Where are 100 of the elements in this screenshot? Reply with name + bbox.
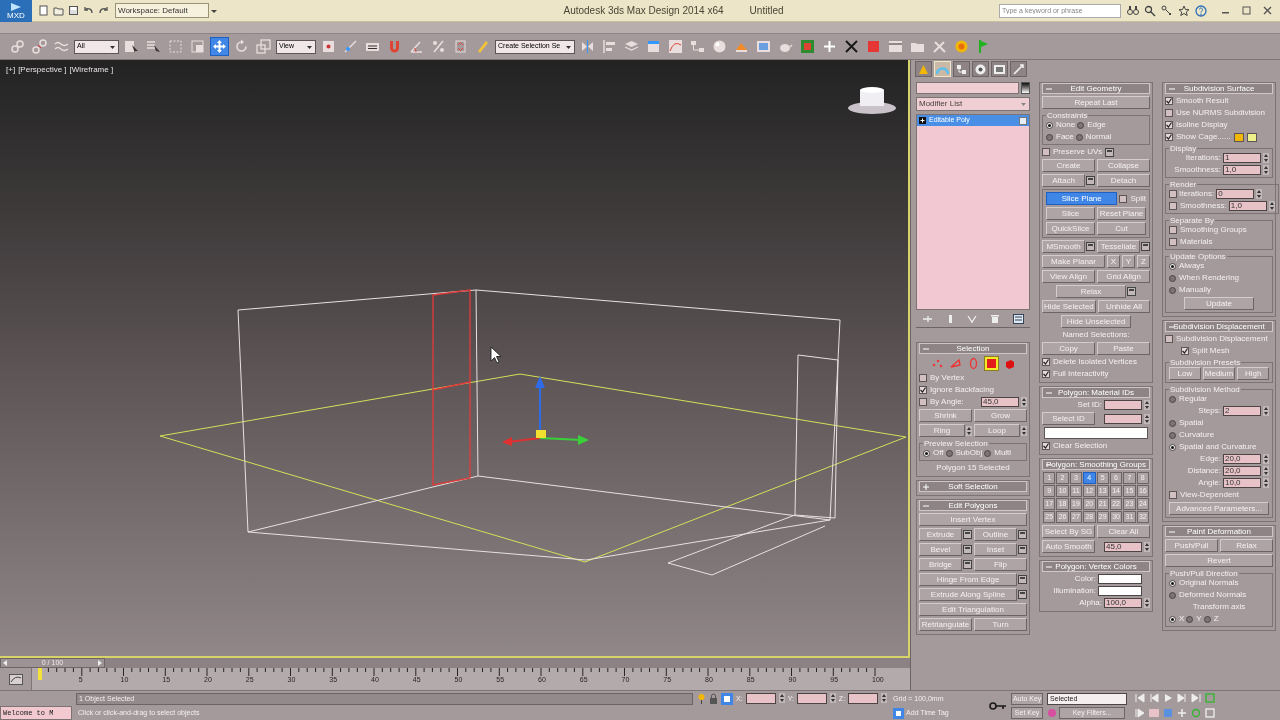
radio-button[interactable] — [1169, 286, 1176, 294]
configure-icon[interactable] — [1013, 313, 1025, 324]
checkbox[interactable] — [1042, 148, 1050, 156]
radio-button[interactable] — [1169, 579, 1176, 587]
spinner-field[interactable]: 20,0 — [1223, 454, 1261, 464]
spinner-field[interactable]: 10,0 — [1223, 478, 1261, 488]
workspace-dropdown[interactable]: Workspace: Default — [115, 3, 209, 18]
spinner-arrows-icon[interactable] — [1144, 400, 1150, 410]
polygon-mode-button[interactable] — [983, 356, 999, 371]
spinner-field[interactable]: 20,0 — [1223, 466, 1261, 476]
spinner-field[interactable] — [1104, 413, 1142, 424]
radio-button[interactable] — [1169, 395, 1176, 403]
rollout-header[interactable]: Polygon: Smoothing Groups — [1042, 459, 1150, 470]
panel-button[interactable]: Unhide All — [1097, 300, 1150, 313]
color-swatch[interactable] — [1098, 574, 1142, 584]
panel-button[interactable]: View Align — [1042, 270, 1095, 283]
create-tab[interactable] — [915, 61, 932, 77]
spinner-field[interactable]: 1,0 — [1223, 165, 1261, 175]
spinner-arrows-icon[interactable] — [829, 693, 836, 703]
spinner-field[interactable]: 2 — [1223, 406, 1261, 416]
spinner-arrows-icon[interactable] — [1268, 201, 1275, 211]
panel-button[interactable]: Collapse — [1097, 159, 1150, 172]
panel-button[interactable]: Grid Align — [1097, 270, 1150, 283]
spinner-field[interactable]: 100,0 — [1104, 598, 1142, 608]
checkbox[interactable] — [1119, 194, 1128, 203]
radio-button[interactable] — [1169, 443, 1176, 451]
options-icon[interactable] — [1105, 147, 1115, 157]
spinner-arrows-icon[interactable] — [778, 693, 785, 703]
list-field[interactable] — [1044, 427, 1148, 439]
key-mode-icon[interactable] — [1135, 708, 1146, 718]
panel-button[interactable]: Slice Plane — [1046, 192, 1118, 205]
checkbox[interactable] — [1169, 238, 1177, 246]
move-button[interactable] — [210, 37, 229, 56]
utilities-tab[interactable] — [1010, 61, 1027, 77]
absolute-mode-icon[interactable] — [721, 693, 733, 705]
expand-icon[interactable] — [919, 117, 926, 124]
spinner-arrows-icon[interactable] — [1021, 397, 1027, 407]
checkbox[interactable] — [1169, 491, 1177, 499]
pan-icon[interactable] — [1177, 708, 1188, 718]
panel-button[interactable]: Insert Vertex — [919, 513, 1027, 526]
make-unique-icon[interactable] — [967, 313, 979, 324]
panel-button[interactable]: QuickSlice — [1046, 222, 1095, 235]
time-tag-icon[interactable] — [893, 707, 905, 719]
key-icon[interactable] — [989, 700, 1008, 711]
rollout-header[interactable]: Paint Deformation — [1165, 526, 1273, 537]
options-icon[interactable] — [1018, 530, 1027, 539]
arrow-left-icon[interactable] — [1, 659, 9, 667]
spinner-arrows-icon[interactable] — [1021, 425, 1027, 436]
spinner-arrows-icon[interactable] — [1144, 541, 1150, 552]
spinner-arrows-icon[interactable] — [1263, 165, 1269, 175]
radio-button[interactable] — [1169, 419, 1176, 427]
collapse-icon[interactable] — [923, 503, 929, 509]
radio-button[interactable] — [1077, 121, 1085, 129]
panel-button[interactable]: High — [1237, 367, 1269, 380]
radio-button[interactable] — [1046, 133, 1053, 141]
spinner-field[interactable] — [1104, 400, 1142, 410]
panel-button[interactable]: Bridge — [919, 558, 962, 571]
radio-button[interactable] — [1169, 262, 1176, 270]
color-swatch[interactable] — [1021, 82, 1030, 94]
binoculars-icon[interactable] — [1127, 4, 1139, 17]
rollout-header[interactable]: Subdivision Displacement — [1165, 321, 1273, 332]
checkbox[interactable] — [919, 374, 927, 382]
panel-button[interactable]: Advanced Parameters... — [1169, 502, 1269, 515]
next-frame-icon[interactable] — [1177, 693, 1188, 703]
application-button[interactable]: MXD — [0, 0, 32, 22]
color-swatch[interactable] — [1098, 586, 1142, 596]
maximize-icon[interactable] — [1242, 6, 1251, 15]
spinner-arrows-icon[interactable] — [1144, 413, 1150, 424]
lock-icon[interactable] — [709, 693, 718, 705]
panel-button[interactable]: Push/Pull — [1165, 539, 1218, 552]
panel-button[interactable]: Relax — [1056, 285, 1126, 298]
radio-button[interactable] — [1203, 615, 1211, 623]
panel-button[interactable]: Retriangulate — [919, 618, 972, 631]
rollout-header[interactable]: Subdivision Surface — [1165, 83, 1273, 94]
viewcube-icon[interactable] — [848, 87, 896, 114]
spinner-field[interactable]: 45,0 — [1104, 541, 1142, 552]
rollout-header[interactable]: Polygon: Material IDs — [1042, 387, 1150, 398]
panel-button[interactable]: MSmooth — [1042, 240, 1085, 253]
panel-button[interactable]: Ring — [919, 424, 965, 437]
radio-button[interactable] — [1075, 133, 1083, 141]
options-icon[interactable] — [963, 530, 972, 539]
spinner-arrows-icon[interactable] — [966, 425, 972, 436]
new-file-icon[interactable] — [38, 5, 49, 16]
panel-button[interactable]: Hinge From Edge — [919, 573, 1017, 586]
panel-button[interactable]: Clear All — [1097, 525, 1150, 538]
panel-button[interactable]: Shrink — [919, 409, 972, 422]
panel-button[interactable]: Detach — [1097, 174, 1150, 187]
checkbox[interactable] — [1169, 202, 1177, 210]
hierarchy-tab[interactable] — [953, 61, 970, 77]
radio-button[interactable] — [1046, 121, 1053, 129]
previous-frame-icon[interactable] — [1149, 693, 1160, 703]
rollout-header[interactable]: Edit Geometry — [1042, 83, 1150, 94]
panel-button[interactable]: Create — [1042, 159, 1095, 172]
unlink-button[interactable] — [30, 37, 49, 56]
options-icon[interactable] — [1018, 590, 1027, 599]
curve-editor-button[interactable] — [666, 37, 685, 56]
isolate-icon[interactable] — [697, 693, 706, 705]
panel-button[interactable]: Extrude Along Spline — [919, 588, 1017, 601]
options-icon[interactable] — [1141, 242, 1150, 251]
panel-button[interactable]: Relax — [1220, 539, 1273, 552]
